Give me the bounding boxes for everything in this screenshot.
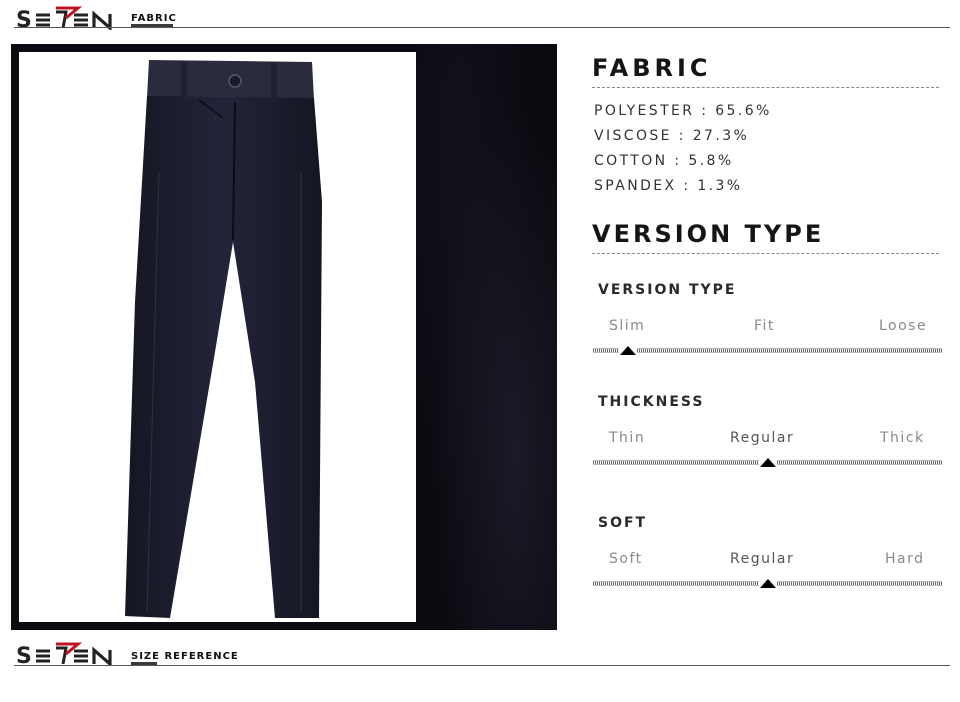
option-regular-thickness: Regular [730,430,795,446]
seven-logo-bottom: S [16,642,112,666]
product-photo [11,44,557,630]
header-bottom: S SIZE REFERENCE [14,638,950,668]
fabric-divider [592,87,939,88]
fabric-item-cotton: COTTON : 5.8% [594,153,734,169]
version-type-scale [593,348,942,353]
version-divider [592,253,939,254]
option-regular-soft: Regular [730,551,795,567]
fabric-item-viscose: VISCOSE : 27.3% [594,128,750,144]
thickness-marker [759,458,776,467]
header-bottom-label: SIZE REFERENCE [131,651,239,662]
fabric-closeup [416,44,557,630]
svg-text:S: S [16,644,34,666]
param-version-type-title: VERSION TYPE [598,282,737,298]
option-soft: Soft [609,551,643,567]
header-bottom-rule [14,665,950,666]
fabric-item-spandex: SPANDEX : 1.3% [594,178,743,194]
option-hard: Hard [885,551,925,567]
option-thin: Thin [609,430,646,446]
soft-marker [759,579,776,588]
fabric-item-polyester: POLYESTER : 65.6% [594,103,772,119]
fabric-title: FABRIC [592,54,712,82]
version-type-marker [619,346,636,355]
header-top-rule [14,27,950,28]
option-slim: Slim [609,318,646,334]
header-top-label: FABRIC [131,13,177,24]
option-thick: Thick [880,430,925,446]
product-image-frame [19,52,416,622]
option-fit: Fit [754,318,775,334]
param-soft-title: SOFT [598,515,648,531]
option-loose: Loose [879,318,928,334]
param-thickness-title: THICKNESS [598,394,705,410]
version-title: VERSION TYPE [592,220,825,248]
header-top: S FABRIC [14,2,950,32]
trousers-image [125,60,322,618]
